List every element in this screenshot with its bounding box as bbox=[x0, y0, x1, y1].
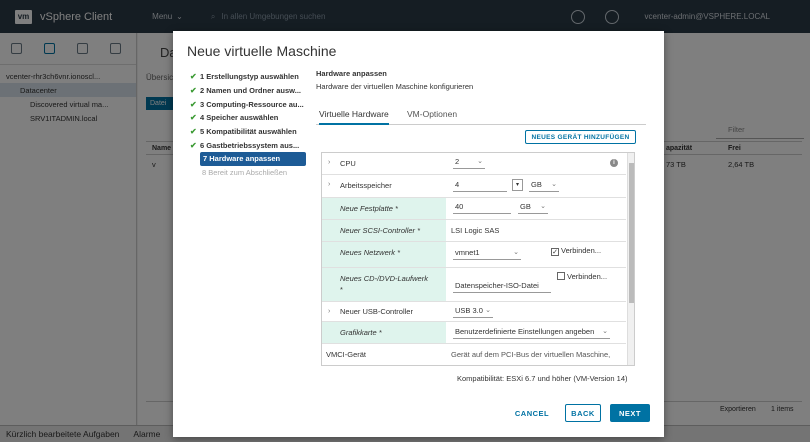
cancel-button[interactable]: CANCEL bbox=[512, 404, 552, 422]
check-icon: ✔ bbox=[190, 72, 197, 82]
step-3[interactable]: ✔ 3 Computing-Ressource au... bbox=[190, 97, 308, 111]
compatibility-text: Kompatibilität: ESXi 6.7 und höher (VM-V… bbox=[457, 374, 628, 383]
hw-row-cdrom: › Neues CD-/DVD-Laufwerk* Datenspeicher-… bbox=[322, 268, 626, 302]
tab-vm-options[interactable]: VM-Optionen bbox=[407, 109, 457, 125]
chevron-down-icon: ⌄ bbox=[485, 307, 491, 314]
scroll-thumb[interactable] bbox=[629, 163, 634, 303]
wizard-steps: ✔ 1 Erstellungstyp auswählen ✔ 2 Namen und… bbox=[190, 70, 308, 180]
memory-unit-select[interactable]: GB ⌄ bbox=[529, 180, 559, 192]
memory-dropdown-button[interactable]: ▾ bbox=[512, 179, 523, 191]
hardware-tabs: Virtuelle Hardware VM-Optionen bbox=[316, 107, 646, 125]
scsi-value: LSI Logic SAS bbox=[451, 226, 500, 235]
network-connect-checkbox[interactable]: ✓ Verbinden... bbox=[551, 246, 601, 256]
usb-label: Neuer USB-Controller bbox=[340, 307, 413, 316]
cdrom-source-select[interactable]: Datenspeicher-ISO-Datei bbox=[453, 281, 551, 293]
step-6[interactable]: ✔ 6 Gastbetriebssystem aus... bbox=[190, 138, 308, 152]
vmci-value: Gerät auf dem PCI-Bus der virtuellen Mas… bbox=[451, 350, 611, 359]
cpu-label: CPU bbox=[340, 159, 356, 168]
step-4[interactable]: ✔ 4 Speicher auswählen bbox=[190, 111, 308, 125]
graphics-label: Grafikkarte * bbox=[322, 322, 446, 343]
step-8[interactable]: 8 Bereit zum Abschließen bbox=[190, 166, 308, 180]
hw-row-scsi: › Neuer SCSI-Controller * LSI Logic SAS bbox=[322, 220, 626, 242]
chevron-down-icon: ⌄ bbox=[602, 328, 608, 335]
step-7-label: 7 Hardware anpassen bbox=[200, 152, 306, 166]
vmci-label: VMCI-Gerät bbox=[326, 350, 367, 359]
hw-row-usb: › Neuer USB-Controller USB 3.0 ⌄ bbox=[322, 302, 626, 322]
hw-row-vmci: VMCI-Gerät Gerät auf dem PCI-Bus der vir… bbox=[322, 344, 626, 365]
memory-input[interactable]: 4 bbox=[453, 180, 507, 192]
graphics-select[interactable]: Benutzerdefinierte Einstellungen angeben… bbox=[453, 327, 610, 339]
check-icon: ✔ bbox=[190, 99, 197, 109]
hw-row-graphics: › Grafikkarte * Benutzerdefinierte Einst… bbox=[322, 322, 626, 344]
chevron-down-icon: ⌄ bbox=[513, 249, 519, 256]
hw-row-cpu: › CPU 2 ⌄ i bbox=[322, 153, 626, 175]
step-7[interactable]: 7 Hardware anpassen bbox=[190, 152, 308, 166]
next-button[interactable]: NEXT bbox=[610, 404, 650, 422]
chevron-down-icon: ⌄ bbox=[551, 181, 557, 188]
memory-label: Arbeitsspeicher bbox=[340, 181, 392, 190]
disk-unit-select[interactable]: GB ⌄ bbox=[518, 202, 548, 214]
wizard-title: Neue virtuelle Maschine bbox=[187, 43, 337, 59]
hardware-scrollbar[interactable] bbox=[627, 153, 634, 365]
hw-row-network: › Neues Netzwerk * vmnet1⌄ ✓Verbinden... bbox=[322, 242, 626, 268]
usb-select[interactable]: USB 3.0 ⌄ bbox=[453, 306, 493, 318]
cpu-select[interactable]: 2 ⌄ bbox=[453, 157, 485, 169]
tab-virtual-hardware[interactable]: Virtuelle Hardware bbox=[319, 109, 389, 125]
section-subtitle: Hardware der virtuellen Maschine konfigu… bbox=[316, 82, 474, 91]
step-2[interactable]: ✔ 2 Namen und Ordner ausw... bbox=[190, 84, 308, 98]
chevron-down-icon: ⌄ bbox=[540, 203, 546, 210]
hw-row-memory: › Arbeitsspeicher 4 ▾ GB ⌄ bbox=[322, 175, 626, 198]
check-icon: ✔ bbox=[190, 127, 197, 137]
network-select[interactable]: vmnet1 ⌄ bbox=[453, 248, 521, 260]
check-icon: ✔ bbox=[190, 113, 197, 123]
check-icon: ✔ bbox=[190, 86, 197, 96]
network-label: Neues Netzwerk * bbox=[322, 242, 446, 267]
disk-label: Neue Festplatte * bbox=[322, 198, 446, 219]
cdrom-connect-checkbox[interactable]: Verbinden... bbox=[557, 272, 607, 281]
add-new-device-button[interactable]: NEUES GERÄT HINZUFÜGEN bbox=[525, 130, 636, 144]
scsi-label: Neuer SCSI-Controller * bbox=[322, 220, 446, 241]
chevron-down-icon: ⌄ bbox=[477, 158, 483, 165]
step-5[interactable]: ✔ 5 Kompatibilität auswählen bbox=[190, 125, 308, 139]
step-1[interactable]: ✔ 1 Erstellungstyp auswählen bbox=[190, 70, 308, 84]
hardware-list: › CPU 2⌄ i › Arbeitsspeicher 4 ▾ GB⌄ › N… bbox=[321, 152, 635, 366]
new-vm-wizard: Neue virtuelle Maschine ✔ 1 Erstellungsty… bbox=[173, 31, 664, 437]
disk-size-input[interactable]: 40 bbox=[453, 202, 511, 214]
checkmark-icon: ✓ bbox=[551, 248, 559, 256]
hw-row-disk: › Neue Festplatte * 40 GB⌄ bbox=[322, 198, 626, 220]
checkbox-empty-icon bbox=[557, 272, 565, 280]
section-title: Hardware anpassen bbox=[316, 69, 387, 78]
info-icon[interactable]: i bbox=[610, 159, 618, 167]
cdrom-label: Neues CD-/DVD-Laufwerk * bbox=[322, 268, 446, 301]
check-icon: ✔ bbox=[190, 140, 197, 150]
back-button[interactable]: BACK bbox=[565, 404, 601, 422]
